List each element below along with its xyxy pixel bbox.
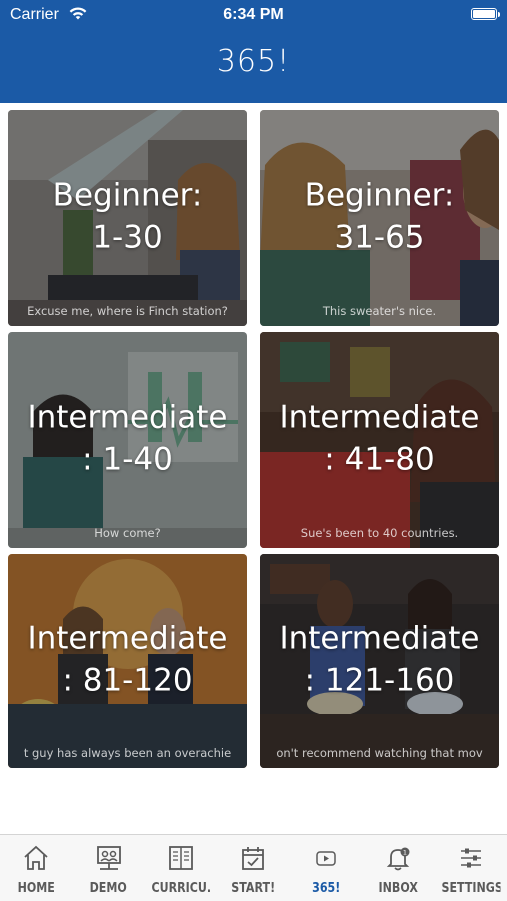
level-title: Intermediate : 121-160 (279, 620, 480, 699)
level-title: Intermediate : 81-120 (27, 620, 228, 699)
tab-label: START! (231, 880, 276, 896)
tab-label: HOME (17, 880, 55, 896)
level-card-intermediate-41-80[interactable]: Intermediate : 41-80 Sue's been to 40 co… (260, 332, 499, 548)
demo-icon (96, 846, 121, 870)
tab-label: SETTINGS (441, 880, 501, 896)
tab-settings[interactable]: SETTINGS (435, 835, 507, 901)
subtitle-caption: How come? (94, 526, 161, 540)
subtitle-caption: Sue's been to 40 countries. (300, 526, 459, 540)
tab-bar: HOME DEMO CURRICU... START! 3 (0, 834, 507, 901)
subtitle-caption: This sweater's nice. (322, 304, 437, 318)
subtitle-caption: on't recommend watching that mov (276, 746, 483, 760)
level-title: Beginner: 1-30 (52, 177, 203, 256)
status-bar: Carrier 6:34 PM (0, 0, 507, 30)
level-card-beginner-31-65[interactable]: Beginner: 31-65 This sweater's nice. (260, 110, 499, 326)
level-title: Intermediate : 1-40 (27, 399, 228, 478)
tab-label: CURRICU... (151, 880, 211, 896)
tab-home[interactable]: HOME (0, 835, 72, 901)
level-card-intermediate-1-40[interactable]: Intermediate : 1-40 How come? (8, 332, 247, 548)
tab-start[interactable]: START! (217, 835, 289, 901)
clock: 6:34 PM (223, 6, 284, 23)
home-icon (24, 845, 48, 870)
book-icon (169, 846, 193, 870)
svg-text:1: 1 (403, 849, 407, 857)
tab-365[interactable]: 365! (290, 835, 362, 901)
tab-inbox[interactable]: 1 INBOX (362, 835, 434, 901)
level-grid: Beginner: 1-30 Excuse me, where is Finch… (8, 110, 499, 768)
sliders-icon (460, 848, 481, 868)
play-icon (316, 851, 336, 866)
tab-label: INBOX (378, 880, 419, 896)
subtitle-caption: t guy has always been an overachie (23, 746, 232, 760)
tab-label: 365! (311, 880, 340, 896)
battery-icon (471, 8, 500, 20)
level-title: Intermediate : 41-80 (279, 399, 480, 478)
tab-demo[interactable]: DEMO (72, 835, 144, 901)
app-header: Carrier 6:34 PM 365! (0, 0, 507, 103)
level-card-beginner-1-30[interactable]: Beginner: 1-30 Excuse me, where is Finch… (8, 110, 247, 326)
calendar-icon (242, 847, 265, 870)
tab-label: DEMO (90, 880, 128, 896)
tab-curriculum[interactable]: CURRICU... (145, 835, 217, 901)
level-card-intermediate-121-160[interactable]: Intermediate : 121-160 on't recommend wa… (260, 554, 499, 768)
subtitle-caption: Excuse me, where is Finch station? (27, 304, 228, 318)
level-card-intermediate-81-120[interactable]: Intermediate : 81-120 t guy has always b… (8, 554, 247, 768)
bell-icon: 1 (387, 847, 410, 871)
page-title: 365! (216, 44, 291, 79)
level-title: Beginner: 31-65 (304, 177, 455, 256)
